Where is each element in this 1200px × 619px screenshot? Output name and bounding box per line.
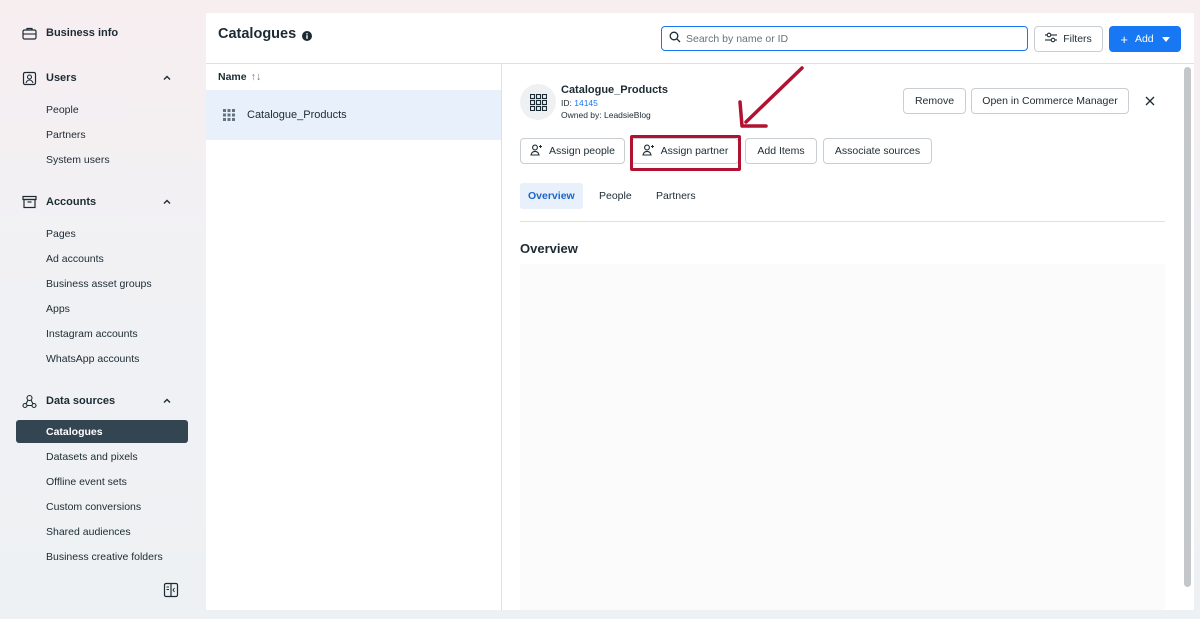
tab-people[interactable]: People bbox=[591, 183, 640, 209]
user-badge-icon bbox=[22, 70, 42, 86]
detail-panel: Catalogue_Products ID: 14145 Owned by: L… bbox=[503, 64, 1181, 610]
catalogue-grid-icon bbox=[223, 109, 235, 121]
sidebar-item-label: Business info bbox=[46, 27, 119, 39]
add-label: Add bbox=[1134, 33, 1154, 45]
briefcase-icon bbox=[22, 25, 42, 41]
sidebar-section-label: Users bbox=[46, 72, 77, 84]
page-header: Catalogues Filters + Add bbox=[206, 13, 1194, 64]
sidebar-item-partners[interactable]: Partners bbox=[16, 123, 188, 146]
catalogue-name: Catalogue_Products bbox=[561, 84, 668, 96]
caret-down-icon bbox=[1161, 33, 1170, 45]
column-header-label: Name bbox=[218, 71, 247, 83]
add-items-button[interactable]: Add Items bbox=[745, 138, 817, 164]
sidebar-item-business-asset-groups[interactable]: Business asset groups bbox=[16, 272, 188, 295]
tab-partners[interactable]: Partners bbox=[648, 183, 704, 209]
filters-button[interactable]: Filters bbox=[1034, 26, 1103, 52]
catalogue-avatar bbox=[520, 84, 556, 120]
remove-button[interactable]: Remove bbox=[903, 88, 966, 114]
tab-divider bbox=[520, 221, 1165, 222]
overview-section-title: Overview bbox=[520, 241, 578, 256]
sidebar-item-custom-conversions[interactable]: Custom conversions bbox=[16, 495, 188, 518]
add-button[interactable]: + Add bbox=[1109, 26, 1181, 52]
id-label: ID: bbox=[561, 98, 572, 108]
sidebar-item-ad-accounts[interactable]: Ad accounts bbox=[16, 247, 188, 270]
sidebar-item-system-users[interactable]: System users bbox=[16, 148, 188, 171]
sort-icon: ↑↓ bbox=[250, 71, 262, 83]
search-input[interactable] bbox=[686, 32, 1006, 45]
sidebar-item-catalogues[interactable]: Catalogues bbox=[16, 420, 188, 443]
chevron-up-icon bbox=[160, 71, 174, 85]
scrollbar[interactable] bbox=[1184, 67, 1191, 587]
sliders-icon bbox=[1045, 32, 1058, 46]
archive-icon bbox=[22, 194, 42, 210]
sidebar-section-label: Accounts bbox=[46, 196, 97, 208]
page-title: Catalogues bbox=[218, 26, 313, 42]
sidebar-section-accounts[interactable]: Accounts bbox=[16, 191, 188, 213]
info-icon[interactable] bbox=[302, 29, 313, 41]
sidebar-section-label: Data sources bbox=[46, 395, 116, 407]
close-icon[interactable] bbox=[1143, 94, 1157, 108]
add-person-icon bbox=[641, 144, 655, 159]
chevron-up-icon bbox=[160, 195, 174, 209]
filters-label: Filters bbox=[1063, 33, 1092, 45]
plus-icon: + bbox=[1120, 31, 1128, 47]
collapse-sidebar-icon[interactable] bbox=[163, 582, 180, 599]
search-icon bbox=[669, 31, 681, 46]
list-item-label: Catalogue_Products bbox=[247, 109, 347, 121]
sidebar-item-whatsapp-accounts[interactable]: WhatsApp accounts bbox=[16, 347, 188, 370]
sidebar-item-datasets-and-pixels[interactable]: Datasets and pixels bbox=[16, 445, 188, 468]
add-person-icon bbox=[530, 144, 543, 159]
chevron-up-icon bbox=[160, 394, 174, 408]
catalogue-list: Name ↑↓ Catalogue_Products bbox=[206, 64, 502, 610]
search-field[interactable] bbox=[661, 26, 1028, 51]
sidebar-item-pages[interactable]: Pages bbox=[16, 222, 188, 245]
sidebar-item-apps[interactable]: Apps bbox=[16, 297, 188, 320]
sidebar-item-instagram-accounts[interactable]: Instagram accounts bbox=[16, 322, 188, 345]
list-item[interactable]: Catalogue_Products bbox=[206, 90, 501, 140]
tab-overview[interactable]: Overview bbox=[520, 183, 583, 209]
catalogue-owner: Owned by: LeadsieBlog bbox=[561, 110, 651, 120]
assign-people-button[interactable]: Assign people bbox=[520, 138, 625, 164]
catalogue-id: ID: 14145 bbox=[561, 98, 598, 108]
sidebar: Business info Users People Partners Syst… bbox=[0, 0, 200, 619]
overview-content bbox=[520, 264, 1165, 610]
sidebar-item-offline-event-sets[interactable]: Offline event sets bbox=[16, 470, 188, 493]
data-sources-icon bbox=[22, 393, 42, 409]
assign-partner-label: Assign partner bbox=[660, 145, 729, 157]
page-title-text: Catalogues bbox=[218, 26, 297, 42]
sidebar-item-business-creative-folders[interactable]: Business creative folders bbox=[16, 545, 188, 568]
associate-sources-button[interactable]: Associate sources bbox=[823, 138, 932, 164]
open-in-commerce-manager-button[interactable]: Open in Commerce Manager bbox=[971, 88, 1129, 114]
sidebar-section-data-sources[interactable]: Data sources bbox=[16, 390, 188, 412]
list-column-header[interactable]: Name ↑↓ bbox=[206, 64, 501, 90]
sidebar-section-users[interactable]: Users bbox=[16, 67, 188, 89]
sidebar-item-people[interactable]: People bbox=[16, 98, 188, 121]
sidebar-item-business-info[interactable]: Business info bbox=[16, 22, 188, 44]
main-panel: Catalogues Filters + Add bbox=[206, 13, 1194, 610]
id-value[interactable]: 14145 bbox=[574, 98, 598, 108]
assign-partner-button[interactable]: Assign partner bbox=[631, 138, 739, 164]
sidebar-item-shared-audiences[interactable]: Shared audiences bbox=[16, 520, 188, 543]
assign-people-label: Assign people bbox=[549, 145, 615, 157]
